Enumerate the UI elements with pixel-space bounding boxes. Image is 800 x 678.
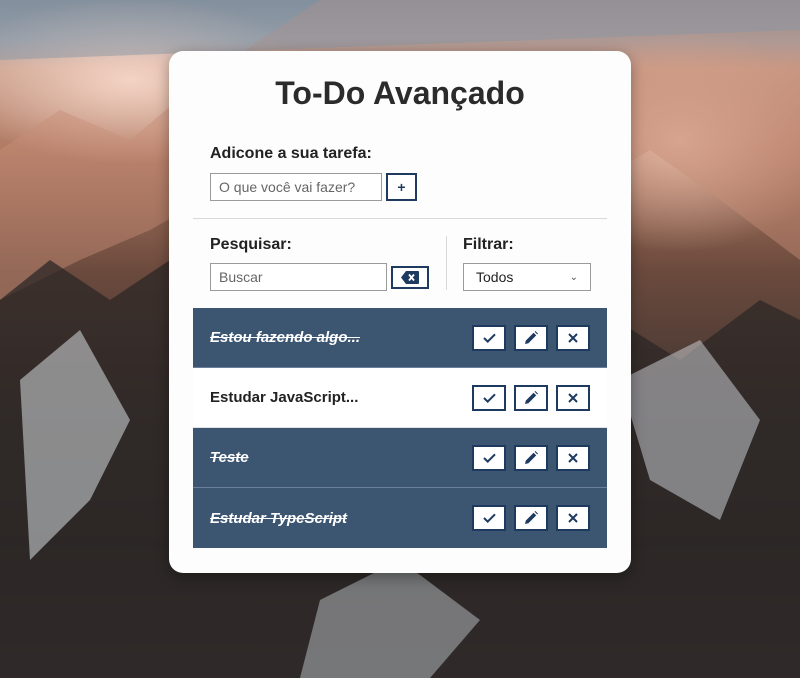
- finish-todo-button[interactable]: [472, 505, 506, 531]
- filter-selected-value: Todos: [476, 269, 514, 285]
- close-icon: [568, 332, 578, 343]
- toolbar-divider: [446, 236, 447, 290]
- check-icon: [482, 513, 496, 523]
- todo-text: Estudar TypeScript: [210, 509, 347, 527]
- todo-list: Estou fazendo algo... Estudar JavaScript…: [193, 308, 607, 548]
- todo-text: Teste: [210, 449, 249, 466]
- erase-search-button[interactable]: [391, 266, 429, 289]
- finish-todo-button[interactable]: [472, 384, 506, 411]
- pencil-icon: [525, 450, 538, 464]
- page-title: To-Do Avançado: [275, 75, 525, 111]
- remove-todo-button[interactable]: [556, 444, 590, 471]
- todo-item: Teste: [193, 428, 607, 488]
- remove-todo-button[interactable]: [556, 505, 590, 531]
- edit-todo-button[interactable]: [514, 384, 548, 411]
- finish-todo-button[interactable]: [472, 444, 506, 471]
- section-divider: [193, 218, 607, 219]
- todo-item: Estudar JavaScript...: [193, 368, 607, 428]
- check-icon: [482, 333, 496, 343]
- edit-todo-button[interactable]: [514, 505, 548, 531]
- todo-item: Estudar TypeScript: [193, 488, 607, 548]
- pencil-icon: [525, 390, 538, 404]
- filter-select[interactable]: Todos ⌄: [463, 263, 591, 291]
- add-task-input[interactable]: [210, 173, 382, 201]
- finish-todo-button[interactable]: [472, 324, 506, 351]
- filter-label: Filtrar:: [463, 236, 514, 253]
- close-icon: [568, 392, 578, 403]
- todo-item: Estou fazendo algo...: [193, 308, 607, 368]
- edit-todo-button[interactable]: [514, 444, 548, 471]
- pencil-icon: [525, 330, 538, 344]
- add-task-label: Adicone a sua tarefa:: [210, 145, 372, 162]
- search-label: Pesquisar:: [210, 236, 292, 253]
- todo-card: To-Do Avançado Adicone a sua tarefa: + P…: [169, 51, 631, 573]
- close-icon: [568, 452, 578, 463]
- todo-text: Estou fazendo algo...: [210, 329, 361, 346]
- remove-todo-button[interactable]: [556, 384, 590, 411]
- add-task-button[interactable]: +: [386, 173, 417, 201]
- search-input[interactable]: [210, 263, 387, 291]
- close-icon: [568, 513, 578, 523]
- remove-todo-button[interactable]: [556, 324, 590, 351]
- backspace-icon: [401, 271, 419, 284]
- chevron-down-icon: ⌄: [569, 271, 578, 283]
- check-icon: [482, 393, 496, 403]
- check-icon: [482, 453, 496, 463]
- edit-todo-button[interactable]: [514, 324, 548, 351]
- todo-text: Estudar JavaScript...: [210, 389, 359, 406]
- pencil-icon: [525, 511, 538, 524]
